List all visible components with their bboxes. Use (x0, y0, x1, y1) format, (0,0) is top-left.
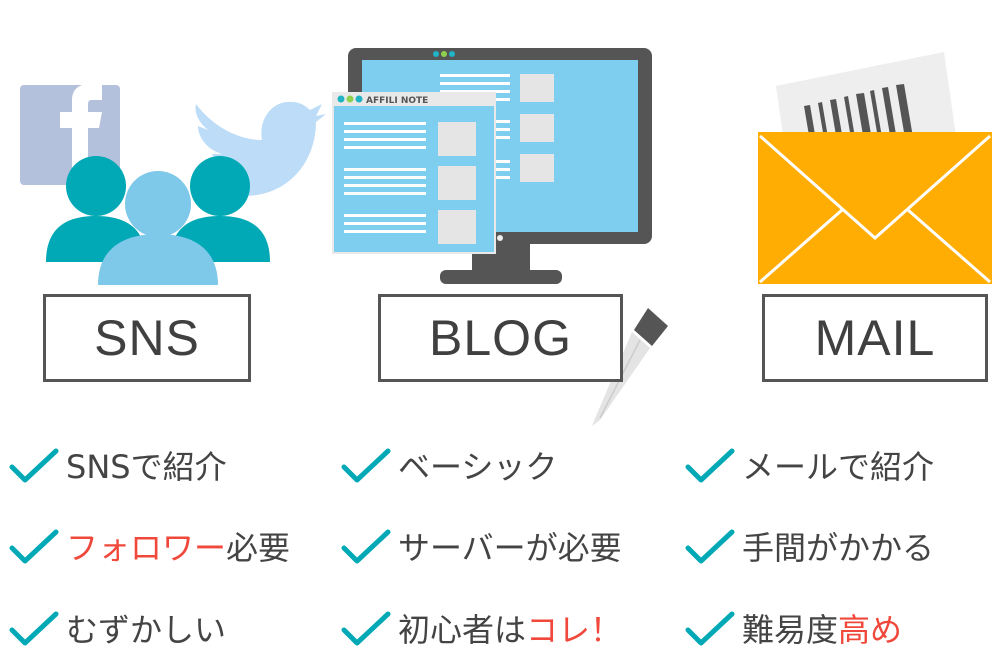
users-group-icon (46, 156, 270, 285)
item-text: むずかしい (66, 611, 227, 649)
list-item: 手間がかかる (684, 523, 934, 569)
item-text: サーバーが必要 (398, 529, 622, 567)
checkmark-icon (685, 529, 735, 564)
item-text: 難易度高め (742, 611, 903, 649)
list-item: サーバーが必要 (340, 523, 622, 569)
sns-label: SNS (94, 310, 200, 366)
mail-label: MAIL (814, 310, 936, 366)
checkmark-icon (341, 448, 391, 483)
list-item: 難易度高め (684, 605, 902, 651)
list-item: 初心者はコレ！ (340, 605, 622, 651)
item-text: 初心者はコレ！ (398, 611, 623, 649)
list-item: ベーシック (340, 442, 557, 488)
item-text: ベーシック (398, 448, 558, 486)
checkmark-icon (341, 529, 391, 564)
item-text: メールで紹介 (742, 448, 935, 486)
sns-label-box: SNS (43, 294, 251, 382)
checkmark-icon (341, 611, 391, 646)
list-item: むずかしい (8, 605, 226, 651)
browser-title: AFFILI NOTE (366, 96, 428, 106)
list-item: フォロワー必要 (8, 523, 290, 569)
envelope-icon (758, 132, 992, 284)
checkmark-icon (9, 529, 59, 564)
checkmark-icon (9, 611, 59, 646)
checkmark-icon (9, 448, 59, 483)
blog-label: BLOG (429, 310, 572, 366)
list-item: メールで紹介 (684, 442, 934, 488)
mail-label-box: MAIL (762, 294, 988, 382)
blog-label-box: BLOG (378, 294, 623, 382)
checkmark-icon (685, 611, 735, 646)
list-item: SNSで紹介 (8, 442, 227, 488)
item-text: フォロワー必要 (66, 529, 291, 567)
item-text: 手間がかかる (742, 529, 935, 567)
item-text: SNSで紹介 (66, 448, 227, 486)
checkmark-icon (685, 448, 735, 483)
browser-window-icon: AFFILI NOTE (332, 92, 496, 254)
